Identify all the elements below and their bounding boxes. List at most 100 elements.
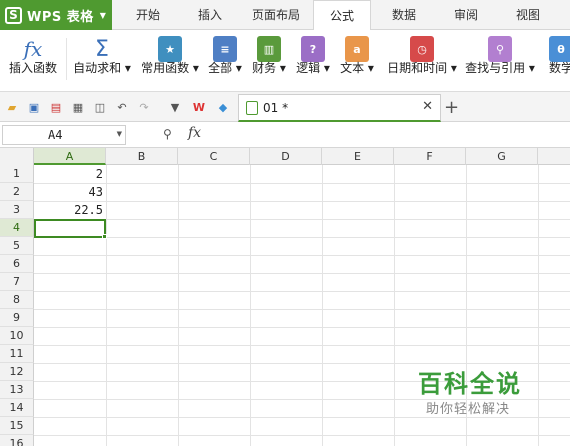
lookup-functions-label: 查找与引用 ▾	[465, 61, 535, 75]
autosum-button[interactable]: Σ 自动求和 ▾	[73, 34, 131, 90]
grid-line	[34, 237, 570, 238]
row-header-10[interactable]: 10	[0, 327, 34, 345]
formula-bar: A4 ▼ ⚲ fx	[0, 122, 570, 148]
row-header-15[interactable]: 15	[0, 417, 34, 435]
column-header-a[interactable]: A	[34, 148, 106, 165]
tab-view[interactable]: 视图	[498, 0, 558, 30]
print-preview-icon[interactable]: ◫	[93, 100, 107, 114]
new-tab-plus-icon[interactable]: +	[444, 97, 459, 118]
app-menu-button[interactable]: S WPS 表格 ▼	[0, 0, 112, 30]
datetime-functions-label: 日期和时间 ▾	[387, 61, 457, 75]
grid-line	[34, 345, 570, 346]
column-header-g[interactable]: G	[466, 148, 538, 165]
open-folder-icon[interactable]: ▰	[5, 100, 19, 114]
finance-functions-button[interactable]: ▥ 财务 ▾	[252, 34, 286, 90]
grid-line	[34, 219, 570, 220]
column-header-c[interactable]: C	[178, 148, 250, 165]
column-header-d[interactable]: D	[250, 148, 322, 165]
tab-page-layout[interactable]: 页面布局	[242, 0, 310, 30]
grid-line	[34, 327, 570, 328]
wps-logo-icon: S	[5, 6, 22, 24]
undo-icon[interactable]: ↶	[115, 100, 129, 114]
column-header-partial[interactable]	[538, 148, 570, 165]
watermark-logo: 百科全说 助你轻松解决	[400, 362, 548, 422]
name-box-value: A4	[48, 128, 63, 142]
row-header-11[interactable]: 11	[0, 345, 34, 363]
finance-functions-label: 财务 ▾	[252, 61, 286, 75]
cube-icon[interactable]: ◆	[216, 100, 230, 114]
redo-icon[interactable]: ↷	[137, 100, 151, 114]
common-functions-button[interactable]: ★ 常用函数 ▾	[140, 34, 200, 90]
math-functions-button[interactable]: θ 数学	[544, 34, 570, 90]
lookup-functions-button[interactable]: ⚲ 查找与引用 ▾	[465, 34, 535, 90]
magnifier-icon[interactable]: ⚲	[163, 127, 172, 141]
close-icon[interactable]: ✕	[422, 99, 433, 114]
row-header-12[interactable]: 12	[0, 363, 34, 381]
fill-handle[interactable]	[102, 234, 107, 239]
grid-line	[178, 165, 179, 446]
document-tab[interactable]: 01 * ✕	[238, 94, 441, 122]
chevron-down-icon[interactable]: ▼	[117, 130, 122, 138]
all-functions-button[interactable]: ≡ 全部 ▾	[208, 34, 242, 90]
formula-input[interactable]	[224, 125, 568, 145]
grid-line	[322, 165, 323, 446]
tab-home[interactable]: 开始	[118, 0, 178, 30]
common-functions-label: 常用函数 ▾	[141, 61, 199, 75]
quick-access-toolbar: ▰ ▣ ▤ ▦ ◫ ↶ ↷ ▼ W ◆ 01 * ✕ +	[0, 92, 570, 122]
row-header-2[interactable]: 2	[0, 183, 34, 201]
name-box[interactable]: A4 ▼	[2, 125, 126, 145]
tab-data[interactable]: 数据	[374, 0, 434, 30]
export-pdf-icon[interactable]: ▤	[49, 100, 63, 114]
row-header-13[interactable]: 13	[0, 381, 34, 399]
column-header-b[interactable]: B	[106, 148, 178, 165]
customize-dropdown-icon[interactable]: ▼	[168, 100, 182, 114]
grid-line	[34, 435, 570, 436]
row-header-16[interactable]: 16	[0, 435, 34, 446]
save-icon[interactable]: ▣	[27, 100, 41, 114]
select-all-corner[interactable]	[0, 148, 34, 165]
row-header-4[interactable]: 4	[0, 219, 34, 237]
insert-function-label: 插入函数	[8, 61, 57, 75]
grid-line	[34, 255, 570, 256]
grid-line	[34, 201, 570, 202]
row-header-1[interactable]: 1	[0, 165, 34, 183]
grid-line	[250, 165, 251, 446]
cell-a3[interactable]: 22.5	[34, 201, 106, 219]
column-header-e[interactable]: E	[322, 148, 394, 165]
row-header-9[interactable]: 9	[0, 309, 34, 327]
spreadsheet-file-icon	[246, 101, 258, 115]
row-header-3[interactable]: 3	[0, 201, 34, 219]
tab-formulas[interactable]: 公式	[313, 0, 371, 31]
logic-functions-label: 逻辑 ▾	[296, 61, 330, 75]
autosum-label: 自动求和 ▾	[73, 61, 131, 75]
row-header-7[interactable]: 7	[0, 273, 34, 291]
ribbon-formulas: fx 插入函数 Σ 自动求和 ▾ ★ 常用函数 ▾ ≡ 全部 ▾ ▥ 财务 ▾ …	[0, 30, 570, 92]
cell-a1[interactable]: 2	[34, 165, 106, 183]
grid-line	[34, 273, 570, 274]
grid-line	[34, 291, 570, 292]
tab-insert[interactable]: 插入	[180, 0, 240, 30]
all-functions-label: 全部 ▾	[208, 61, 242, 75]
row-header-8[interactable]: 8	[0, 291, 34, 309]
text-functions-button[interactable]: a 文本 ▾	[340, 34, 374, 90]
column-header-f[interactable]: F	[394, 148, 466, 165]
datetime-functions-button[interactable]: ◷ 日期和时间 ▾	[387, 34, 457, 90]
cell-a2[interactable]: 43	[34, 183, 106, 201]
row-header-6[interactable]: 6	[0, 255, 34, 273]
grid-line	[34, 183, 570, 184]
app-name: WPS 表格	[27, 9, 94, 25]
insert-function-button[interactable]: fx 插入函数	[8, 34, 58, 90]
document-tab-name: 01 *	[263, 101, 289, 115]
logic-functions-button[interactable]: ? 逻辑 ▾	[296, 34, 330, 90]
wps-w-logo-icon[interactable]: W	[192, 100, 206, 114]
print-icon[interactable]: ▦	[71, 100, 85, 114]
watermark-title: 百科全说	[418, 370, 522, 398]
row-header-14[interactable]: 14	[0, 399, 34, 417]
tab-review[interactable]: 审阅	[436, 0, 496, 30]
row-header-5[interactable]: 5	[0, 237, 34, 255]
active-cell-a4[interactable]	[34, 219, 106, 238]
grid-line	[394, 165, 395, 446]
grid-line	[106, 165, 107, 446]
menu-tab-bar: S WPS 表格 ▼ 开始 插入 页面布局 公式 数据 审阅 视图	[0, 0, 570, 31]
fx-insert-icon[interactable]: fx	[188, 125, 201, 141]
